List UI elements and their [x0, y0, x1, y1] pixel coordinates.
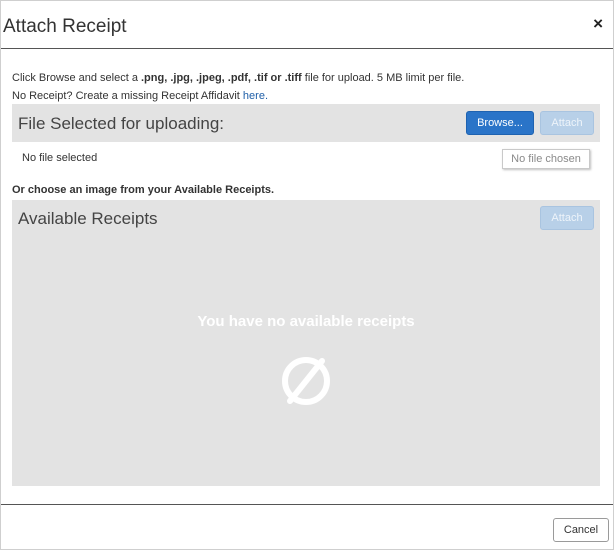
browse-button[interactable]: Browse...	[466, 111, 534, 135]
empty-receipts-message: You have no available receipts	[197, 313, 415, 330]
available-receipts-panel: Available Receipts Attach You have no av…	[12, 200, 600, 486]
instructions: Click Browse and select a .png, .jpg, .j…	[12, 69, 464, 105]
attach-upload-button[interactable]: Attach	[540, 111, 594, 135]
file-input[interactable]: No file chosen	[502, 149, 590, 169]
upload-panel-title: File Selected for uploading:	[18, 114, 225, 133]
or-choose-label: Or choose an image from your Available R…	[12, 184, 275, 196]
footer-divider	[1, 504, 613, 505]
attach-available-button[interactable]: Attach	[540, 206, 594, 230]
close-icon[interactable]: ×	[593, 15, 603, 32]
affidavit-link[interactable]: here.	[243, 90, 268, 102]
cancel-button[interactable]: Cancel	[553, 518, 609, 542]
dialog-title: Attach Receipt	[3, 16, 127, 37]
attach-receipt-dialog: Attach Receipt × Click Browse and select…	[0, 0, 614, 550]
affidavit-text: No Receipt? Create a missing Receipt Aff…	[12, 90, 243, 102]
instructions-prefix: Click Browse and select a	[12, 72, 141, 84]
instructions-line-1: Click Browse and select a .png, .jpg, .j…	[12, 69, 464, 87]
dialog-header: Attach Receipt ×	[1, 1, 613, 49]
instructions-suffix: file for upload. 5 MB limit per file.	[301, 72, 465, 84]
upload-panel-header: File Selected for uploading: Browse... A…	[12, 104, 600, 142]
available-receipts-title: Available Receipts	[18, 209, 158, 228]
file-formats: .png, .jpg, .jpeg, .pdf, .tif or .tiff	[141, 72, 302, 84]
no-file-selected-text: No file selected	[22, 152, 98, 164]
no-symbol-icon	[282, 357, 330, 405]
selected-file-row: No file selected No file chosen	[12, 142, 600, 174]
instructions-line-2: No Receipt? Create a missing Receipt Aff…	[12, 87, 464, 105]
